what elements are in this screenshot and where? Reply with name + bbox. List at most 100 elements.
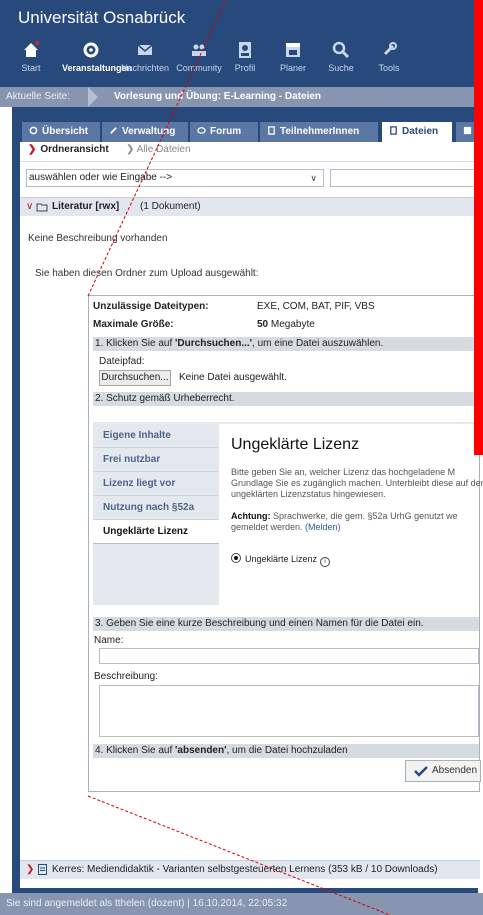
- tab-verwaltung[interactable]: Verwaltung: [102, 122, 188, 142]
- status-footer: Sie sind angemeldet als tthelen (dozent)…: [0, 893, 483, 915]
- chevron-down-icon: ∨: [310, 173, 317, 183]
- license-radio[interactable]: Ungeklärte Lizenz i: [231, 553, 331, 567]
- nav-label-suche: Suche: [328, 63, 354, 73]
- file-name: Kerres: Mediendidaktik - Varianten selbs…: [52, 864, 438, 875]
- search-field[interactable]: [330, 169, 480, 187]
- tab-forum[interactable]: Forum: [190, 122, 258, 142]
- nav-label-start: Start: [21, 63, 41, 73]
- submit-button[interactable]: Absenden: [405, 760, 481, 782]
- license-option-lizenz-liegt-vor[interactable]: Lizenz liegt vor: [93, 472, 219, 496]
- license-radio-label: Ungeklärte Lizenz: [245, 554, 318, 564]
- step-1-pre: 1. Klicken Sie auf: [95, 338, 176, 349]
- license-option-52a[interactable]: Nutzung nach §52a: [93, 496, 219, 520]
- search-icon: [332, 41, 350, 59]
- submit-label: Absenden: [432, 765, 478, 776]
- wrench-icon: [110, 127, 117, 134]
- browse-button[interactable]: Durchsuchen...: [99, 370, 171, 386]
- nav-tools[interactable]: Tools: [360, 40, 418, 73]
- chevron-right-icon: ❯: [126, 144, 137, 155]
- nav-label-planer: Planer: [279, 63, 306, 73]
- license-panel: Ungeklärte Lizenz Bitte geben Sie an, we…: [219, 424, 483, 605]
- upload-dialog: Unzulässige Dateitypen: EXE, COM, BAT, P…: [88, 295, 483, 792]
- home-icon: [24, 41, 39, 57]
- description-textarea[interactable]: [99, 685, 479, 737]
- step-4-post: , um die Datei hochzuladen: [226, 745, 348, 756]
- page-title: Vorlesung und Übung: E-Learning - Dateie…: [114, 91, 322, 102]
- license-chooser: Eigene Inhalte Frei nutzbar Lizenz liegt…: [93, 422, 483, 605]
- step-1-bold: 'Durchsuchen...': [175, 338, 253, 349]
- license-option-ungeklaert[interactable]: Ungeklärte Lizenz: [93, 520, 219, 544]
- tab-label-dateien: Dateien: [402, 126, 439, 137]
- chevron-right-icon: ❯: [26, 864, 35, 875]
- forbidden-types-label: Unzulässige Dateitypen:: [93, 301, 209, 312]
- subnav-alle-dateien[interactable]: ❯ Alle Dateien: [126, 144, 246, 155]
- header: Universität Osnabrück Start Veranstaltun…: [0, 0, 483, 92]
- report-link[interactable]: (Melden): [305, 522, 341, 532]
- nav-label-community: Community: [176, 63, 222, 73]
- max-size-value: 50: [257, 319, 269, 330]
- overview-icon: [29, 126, 38, 135]
- tab-label-verwaltung: Verwaltung: [122, 126, 176, 137]
- nav-label-profil: Profil: [234, 63, 256, 73]
- calendar-icon: [463, 126, 472, 135]
- step-1: 1. Klicken Sie auf 'Durchsuchen...', um …: [93, 337, 479, 351]
- chevron-down-icon: ❯: [28, 144, 37, 155]
- tab-uebersicht[interactable]: Übersicht: [22, 122, 100, 142]
- license-panel-title: Ungeklärte Lizenz: [231, 436, 360, 453]
- files-icon: [390, 126, 397, 135]
- tab-label-teilnehmerinnen: TeilnehmerInnen: [280, 126, 360, 137]
- tab-label-forum: Forum: [210, 126, 242, 137]
- name-input[interactable]: [99, 648, 479, 664]
- forum-icon: [197, 127, 206, 134]
- filepath-label: Dateipfad:: [99, 356, 145, 367]
- file-icon: [38, 864, 47, 875]
- max-size-label: Maximale Größe:: [93, 319, 174, 330]
- mail-icon: [137, 44, 153, 55]
- profile-icon: [239, 42, 251, 58]
- no-file-text: Keine Datei ausgewählt.: [179, 372, 287, 383]
- nav-veranstaltungen[interactable]: Veranstaltungen: [62, 40, 132, 73]
- folder-description: Keine Beschreibung vorhanden: [28, 233, 168, 244]
- courses-icon: [83, 42, 99, 58]
- max-size: Maximale Größe: 50 Megabyte: [93, 319, 479, 333]
- step-4: 4. Klicken Sie auf 'absenden', um die Da…: [93, 744, 479, 758]
- folder-select[interactable]: auswählen oder wie Eingabe --> ∨: [26, 169, 324, 187]
- wrench-icon: [383, 42, 397, 56]
- license-option-eigene-inhalte[interactable]: Eigene Inhalte: [93, 424, 219, 448]
- subnav-label-alt: Alle Dateien: [136, 144, 191, 155]
- breadcrumb: Aktuelle Seite: Vorlesung und Übung: E-L…: [0, 87, 483, 107]
- nav-nachrichten[interactable]: Nachrichten: [116, 40, 174, 73]
- step-4-pre: 4. Klicken Sie auf: [95, 745, 176, 756]
- upload-note: Sie haben diesen Ordner zum Upload ausge…: [35, 268, 259, 279]
- community-icon: [192, 44, 206, 56]
- license-warning: Achtung: Sprachwerke, die gem. §52a UrhG…: [231, 511, 483, 533]
- tab-label-uebersicht: Übersicht: [42, 126, 89, 137]
- tab-bar: Übersicht Verwaltung Forum TeilnehmerInn…: [20, 118, 480, 142]
- description-label: Beschreibung:: [94, 671, 158, 682]
- nav-start[interactable]: Start: [2, 40, 60, 73]
- folder-icon: [36, 203, 48, 212]
- info-icon[interactable]: i: [320, 557, 331, 567]
- max-size-value-wrap: 50 Megabyte: [257, 319, 477, 330]
- folder-header[interactable]: ∨ Literatur [rwx] (1 Dokument): [20, 197, 480, 216]
- breadcrumb-label: Aktuelle Seite:: [6, 91, 70, 102]
- subnav-label-selected: Ordneransicht: [40, 144, 109, 155]
- main-content: Übersicht Verwaltung Forum TeilnehmerInn…: [20, 118, 483, 888]
- max-size-unit: Megabyte: [270, 319, 315, 330]
- license-panel-text: Bitte geben Sie an, welcher Lizenz das h…: [231, 467, 483, 499]
- tab-teilnehmerinnen[interactable]: TeilnehmerInnen: [260, 122, 378, 142]
- file-row[interactable]: ❯ Kerres: Mediendidaktik - Varianten sel…: [20, 860, 480, 879]
- step-3: 3. Geben Sie eine kurze Beschreibung und…: [93, 617, 479, 631]
- license-option-frei-nutzbar[interactable]: Frei nutzbar: [93, 448, 219, 472]
- tab-dateien[interactable]: Dateien: [382, 122, 452, 142]
- folder-select-value: auswählen oder wie Eingabe -->: [29, 172, 173, 183]
- radio-selected-icon: [231, 553, 241, 563]
- checkmark-icon: [414, 766, 428, 777]
- license-warning-bold: Achtung:: [231, 511, 271, 521]
- university-title[interactable]: Universität Osnabrück: [18, 8, 185, 28]
- folder-name: Literatur [rwx]: [52, 201, 120, 212]
- name-label: Name:: [94, 635, 124, 646]
- chevron-down-icon: ∨: [26, 201, 34, 212]
- nav-label-tools: Tools: [378, 63, 400, 73]
- participants-icon: [268, 126, 275, 135]
